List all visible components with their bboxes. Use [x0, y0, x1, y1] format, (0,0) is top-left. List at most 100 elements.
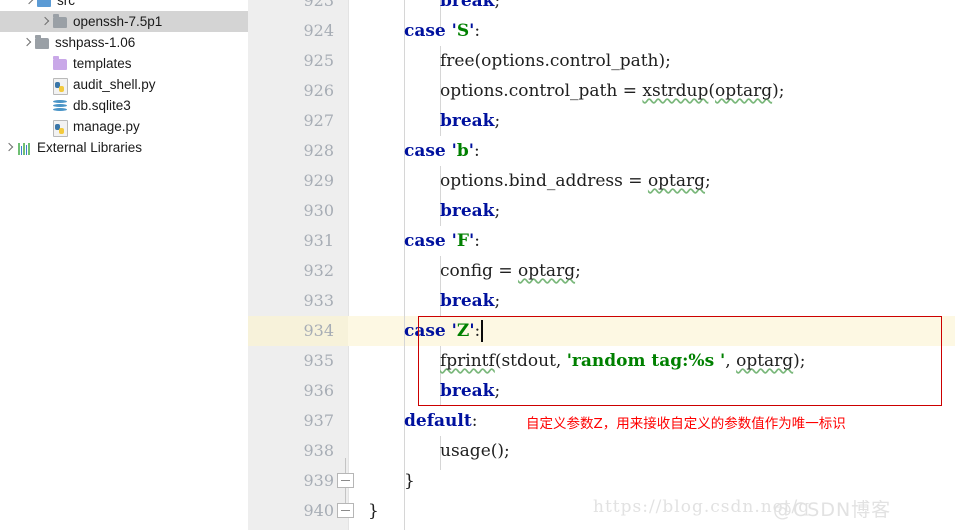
line-number[interactable]: 935	[248, 346, 346, 376]
line-number[interactable]: 931	[248, 226, 346, 256]
tree-item-src[interactable]: src	[0, 0, 248, 11]
code-token: usage();	[440, 441, 510, 461]
folder-icon	[52, 14, 68, 30]
chevron-right-icon[interactable]	[22, 0, 35, 7]
code-token: case	[404, 21, 452, 41]
line-number[interactable]: 929	[248, 166, 346, 196]
code-token: }	[404, 471, 415, 491]
code-line[interactable]: case 'S':	[404, 16, 480, 46]
tree-item-manage-py[interactable]: manage.py	[0, 116, 248, 137]
tree-item-label: audit_shell.py	[73, 77, 156, 92]
line-number[interactable]: 925	[248, 46, 346, 76]
code-token: break	[440, 381, 495, 401]
code-token: );	[793, 351, 806, 371]
line-number[interactable]: 928	[248, 136, 346, 166]
code-token: :	[474, 141, 480, 161]
line-number[interactable]: 936	[248, 376, 346, 406]
code-fold-toggle[interactable]	[337, 488, 354, 518]
line-number[interactable]: 923	[248, 0, 346, 16]
code-line[interactable]: break;	[440, 196, 500, 226]
tree-item-audit-shell-py[interactable]: audit_shell.py	[0, 74, 248, 95]
code-line[interactable]: options.control_path = xstrdup(optarg);	[440, 76, 784, 106]
code-token: :	[471, 411, 478, 431]
project-tree-sidebar[interactable]: src openssh-7.5p1 sshpass-1.06 templates aud…	[0, 0, 248, 530]
code-token: options.control_path =	[440, 81, 643, 101]
tree-item-templates[interactable]: templates	[0, 53, 248, 74]
code-line[interactable]: case 'Z':	[404, 316, 480, 346]
tree-item-openssh-7-5p1[interactable]: openssh-7.5p1	[0, 11, 248, 32]
folder-icon	[52, 56, 68, 72]
code-token: case	[404, 231, 452, 251]
code-line[interactable]: break;	[440, 0, 500, 16]
code-line[interactable]: break;	[440, 106, 500, 136]
code-token: optarg	[517, 261, 576, 281]
code-token: (stdout,	[494, 351, 567, 371]
code-line[interactable]: default:	[404, 406, 477, 436]
line-number[interactable]: 926	[248, 76, 346, 106]
chevron-right-icon[interactable]	[38, 15, 51, 28]
code-line[interactable]: case 'b':	[404, 136, 480, 166]
code-token: Z	[456, 321, 470, 341]
line-number[interactable]: 933	[248, 286, 346, 316]
code-token: xstrdup	[642, 81, 709, 101]
code-token: optarg	[715, 81, 773, 101]
code-token: break	[440, 111, 495, 131]
code-token: 'random tag:%s '	[566, 351, 726, 371]
highlighted-line-background	[248, 316, 955, 346]
code-token: break	[440, 201, 495, 221]
code-token: config =	[440, 261, 518, 281]
folder-icon	[36, 0, 52, 9]
code-token: F	[456, 231, 469, 251]
indent-guide	[404, 0, 405, 530]
line-number[interactable]: 930	[248, 196, 346, 226]
chevron-right-icon[interactable]	[2, 141, 15, 154]
code-token: ;	[494, 381, 501, 401]
tree-item-label: templates	[73, 56, 132, 71]
code-editor[interactable]: 923 break; 924 case 'S': 925 free(options.con…	[248, 0, 955, 530]
code-line[interactable]: case 'F':	[404, 226, 480, 256]
external-libraries-icon	[16, 140, 32, 156]
no-chevron-spacer	[38, 57, 51, 70]
code-token: default	[404, 411, 472, 431]
tree-item-external-libraries[interactable]: External Libraries	[0, 137, 248, 158]
code-line[interactable]: usage();	[440, 436, 510, 466]
text-caret	[481, 320, 483, 342]
folder-icon	[34, 35, 50, 51]
code-line[interactable]: }	[404, 466, 415, 496]
code-fold-toggle[interactable]	[337, 458, 354, 488]
code-token: optarg	[647, 171, 706, 191]
ide-window: src openssh-7.5p1 sshpass-1.06 templates aud…	[0, 0, 955, 530]
code-token: fprintf	[440, 351, 495, 371]
code-line[interactable]: break;	[440, 286, 500, 316]
code-lines-container[interactable]: 923 break; 924 case 'S': 925 free(options.con…	[248, 0, 955, 530]
line-number[interactable]: 940	[248, 496, 346, 526]
line-number[interactable]: 937	[248, 406, 346, 436]
line-number[interactable]: 934	[248, 316, 346, 346]
line-number[interactable]: 938	[248, 436, 346, 466]
code-token: case	[404, 141, 452, 161]
code-token: optarg	[736, 351, 794, 371]
code-token: ;	[705, 171, 711, 191]
code-line[interactable]: free(options.control_path);	[440, 46, 671, 76]
code-line[interactable]: fprintf(stdout, 'random tag:%s ', optarg…	[440, 346, 806, 376]
tree-item-db-sqlite3[interactable]: db.sqlite3	[0, 95, 248, 116]
line-number[interactable]: 927	[248, 106, 346, 136]
tree-item-label: sshpass-1.06	[55, 35, 136, 50]
code-line[interactable]: options.bind_address = optarg;	[440, 166, 711, 196]
line-number[interactable]: 924	[248, 16, 346, 46]
code-line[interactable]: config = optarg;	[440, 256, 581, 286]
tree-item-label: src	[57, 0, 75, 8]
tree-item-label: manage.py	[73, 119, 140, 134]
tree-item-sshpass-1-06[interactable]: sshpass-1.06	[0, 32, 248, 53]
code-token: free(options.control_path);	[440, 51, 671, 71]
tree-item-label: External Libraries	[37, 140, 143, 155]
code-line[interactable]: break;	[440, 376, 500, 406]
no-chevron-spacer	[38, 78, 51, 91]
code-token: ;	[494, 111, 501, 131]
line-number[interactable]: 932	[248, 256, 346, 286]
line-number[interactable]: 939	[248, 466, 346, 496]
chevron-right-icon[interactable]	[20, 36, 33, 49]
python-file-icon	[52, 77, 68, 95]
code-line[interactable]: }	[368, 496, 379, 526]
no-chevron-spacer	[38, 99, 51, 112]
